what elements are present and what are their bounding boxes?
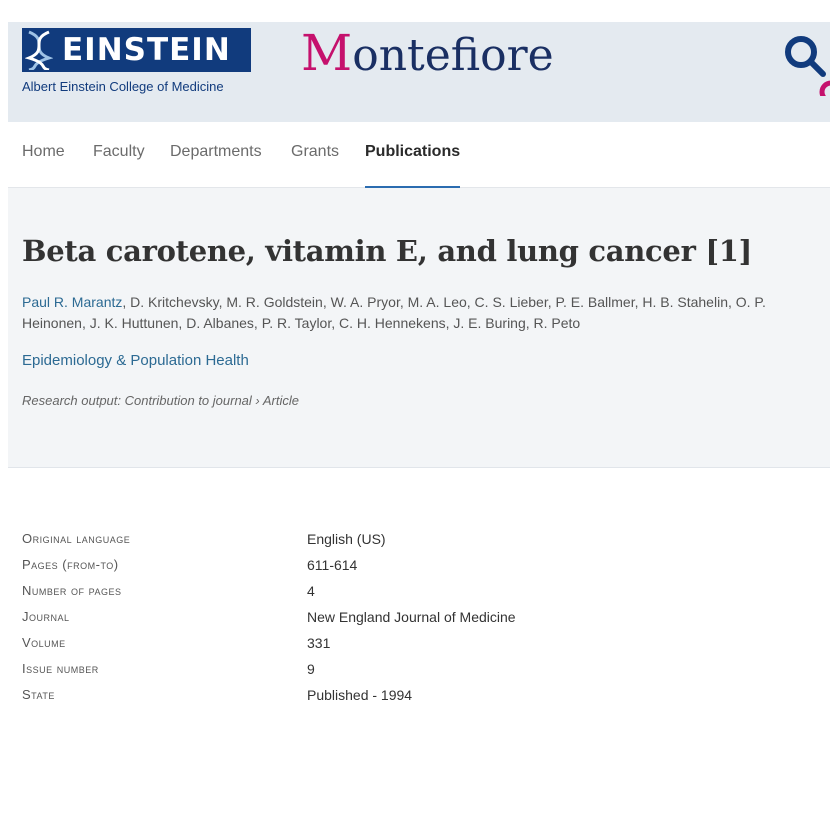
- search-icon[interactable]: [783, 32, 830, 104]
- organisation-link[interactable]: Epidemiology & Population Health: [22, 352, 249, 369]
- main-nav: Home Faculty Departments Grants Publicat…: [8, 123, 830, 188]
- detail-value: 4: [307, 583, 315, 599]
- detail-value: Published - 1994: [307, 687, 413, 703]
- montefiore-logo-initial: M: [301, 24, 353, 82]
- publication-header: Beta carotene, vitamin E, and lung cance…: [8, 188, 830, 468]
- nav-home[interactable]: Home: [22, 143, 65, 186]
- detail-label: Pages (from-to): [22, 557, 119, 572]
- site-header: EINSTEIN Albert Einstein College of Medi…: [8, 22, 830, 122]
- details-row: Number of pages 4: [22, 583, 802, 609]
- detail-value: 331: [307, 635, 331, 651]
- logo-subtitle: Albert Einstein College of Medicine: [22, 79, 224, 94]
- logo-wordmark: EINSTEIN: [62, 32, 231, 68]
- detail-label: State: [22, 687, 55, 702]
- details-row: Issue number 9: [22, 661, 802, 687]
- detail-value: 9: [307, 661, 315, 677]
- author-link[interactable]: Paul R. Marantz: [22, 294, 122, 310]
- nav-publications[interactable]: Publications: [365, 143, 461, 188]
- montefiore-logo[interactable]: Montefiore: [301, 24, 554, 82]
- research-output-type: Research output: Contribution to journal…: [22, 393, 299, 408]
- detail-value: 611-614: [307, 557, 358, 573]
- detail-label: Original language: [22, 531, 131, 546]
- detail-label: Volume: [22, 635, 66, 650]
- details-row: Original language English (US): [22, 531, 802, 557]
- detail-label: Journal: [22, 609, 70, 624]
- dna-helix-icon: [22, 28, 56, 72]
- detail-value: English (US): [307, 531, 386, 547]
- details-row: Volume 331: [22, 635, 802, 661]
- details-row: State Published - 1994: [22, 687, 802, 713]
- nav-grants[interactable]: Grants: [291, 143, 339, 186]
- montefiore-logo-rest: ontefiore: [352, 30, 554, 81]
- details-row: Pages (from-to) 611-614: [22, 557, 802, 583]
- details-row: Journal New England Journal of Medicine: [22, 609, 802, 635]
- nav-departments[interactable]: Departments: [170, 143, 262, 186]
- page-title: Beta carotene, vitamin E, and lung cance…: [22, 234, 753, 268]
- nav-faculty[interactable]: Faculty: [93, 143, 145, 186]
- detail-label: Issue number: [22, 661, 99, 676]
- author-list-rest: , D. Kritchevsky, M. R. Goldstein, W. A.…: [22, 294, 766, 331]
- author-list: Paul R. Marantz, D. Kritchevsky, M. R. G…: [22, 292, 812, 334]
- details-table: Original language English (US) Pages (fr…: [22, 531, 802, 713]
- detail-label: Number of pages: [22, 583, 122, 598]
- detail-value: New England Journal of Medicine: [307, 609, 516, 625]
- einstein-logo[interactable]: EINSTEIN: [22, 28, 251, 72]
